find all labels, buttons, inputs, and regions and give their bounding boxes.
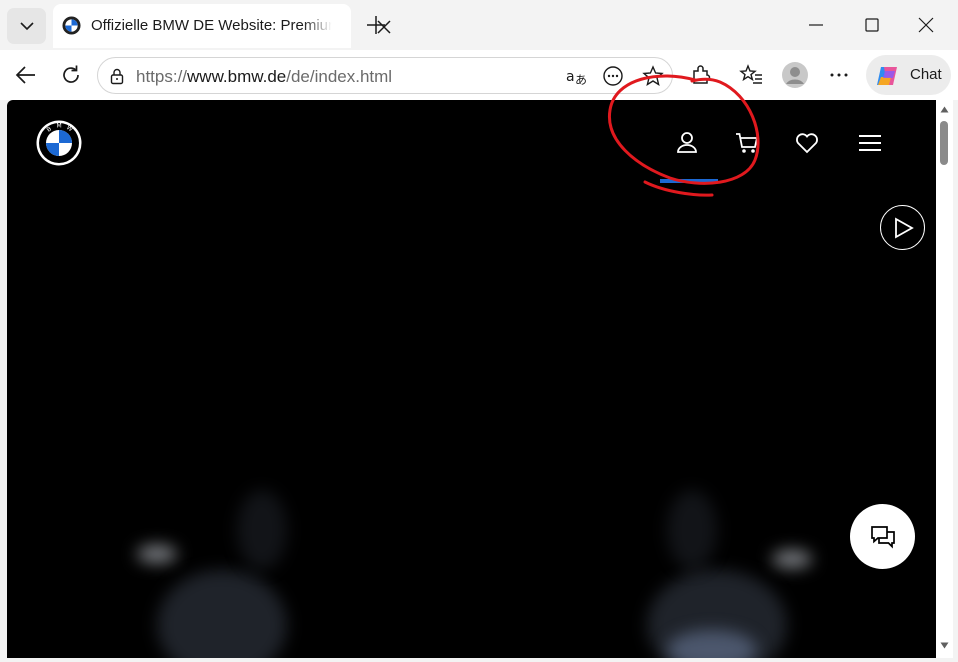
svg-text:M: M xyxy=(57,123,62,130)
back-icon[interactable] xyxy=(13,62,39,88)
extensions-icon[interactable] xyxy=(688,62,714,88)
maximize-icon[interactable] xyxy=(860,13,884,37)
bmw-favicon-icon xyxy=(62,16,81,35)
chat-bubbles-icon xyxy=(871,526,895,549)
close-window-icon[interactable] xyxy=(914,13,938,37)
page-scrollbar[interactable] xyxy=(936,100,953,658)
browser-window: Offizielle BMW DE Website: Premium https… xyxy=(0,0,958,662)
heart-icon[interactable] xyxy=(793,129,821,157)
minimize-icon[interactable] xyxy=(804,13,828,37)
scroll-down-icon[interactable] xyxy=(940,642,949,649)
translate-icon[interactable]: aあ xyxy=(565,64,589,88)
cart-icon[interactable] xyxy=(733,129,761,157)
bmw-logo-icon[interactable]: B M W xyxy=(36,120,82,166)
svg-text:a: a xyxy=(566,69,575,85)
tab-strip: Offizielle BMW DE Website: Premium xyxy=(0,0,958,50)
page-viewport: B M W xyxy=(7,100,936,658)
svg-text:あ: あ xyxy=(575,73,587,87)
url-path: /de/index.html xyxy=(286,67,393,86)
chevron-down-icon xyxy=(19,22,34,31)
play-video-button[interactable] xyxy=(880,205,925,250)
url-text[interactable]: https://www.bmw.de/de/index.html xyxy=(136,67,392,87)
new-tab-icon[interactable] xyxy=(364,13,388,37)
tab-title: Offizielle BMW DE Website: Premium xyxy=(91,17,339,34)
play-icon xyxy=(895,217,914,239)
lock-icon[interactable] xyxy=(108,67,126,85)
menu-icon[interactable] xyxy=(856,129,884,157)
chat-support-button[interactable] xyxy=(850,504,915,569)
scroll-up-icon[interactable] xyxy=(940,106,949,113)
copilot-icon xyxy=(877,67,897,85)
url-scheme: https:// xyxy=(136,67,188,86)
profile-avatar-icon[interactable] xyxy=(781,61,809,89)
chat-label: Chat xyxy=(910,66,942,83)
user-icon[interactable] xyxy=(673,129,701,157)
browser-toolbar: https://www.bmw.de/de/index.html aあ Chat xyxy=(0,50,958,100)
settings-more-icon[interactable] xyxy=(826,62,852,88)
active-nav-indicator xyxy=(660,179,718,183)
address-bar[interactable]: https://www.bmw.de/de/index.html aあ xyxy=(97,57,673,94)
favorites-list-icon[interactable] xyxy=(738,62,764,88)
url-host: www.bmw.de xyxy=(187,67,287,86)
copilot-chat-button[interactable]: Chat xyxy=(866,55,951,95)
more-options-circle-icon[interactable] xyxy=(601,64,625,88)
scroll-thumb[interactable] xyxy=(940,121,948,165)
tab-actions-button[interactable] xyxy=(7,8,46,44)
refresh-icon[interactable] xyxy=(58,62,84,88)
favorite-star-icon[interactable] xyxy=(641,64,665,88)
tab-bmw[interactable]: Offizielle BMW DE Website: Premium xyxy=(53,4,391,48)
